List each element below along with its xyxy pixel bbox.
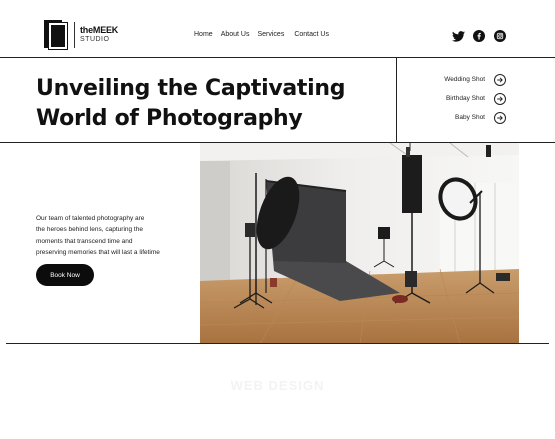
hero-title: Unveiling the Captivating World of Photo… (36, 74, 376, 134)
arrow-right-icon[interactable] (494, 92, 506, 105)
hero-title-line1: Unveiling the Captivating (36, 76, 346, 101)
nav-contact-us[interactable]: Contact Us (294, 31, 329, 38)
intro-line2: the heroes behind lens, capturing the (36, 226, 143, 234)
nav-services[interactable]: Services (257, 31, 284, 38)
site-header: theMEEK STUDIO Home About Us Services Co… (0, 0, 555, 58)
section-divider (6, 343, 549, 344)
services-list: Wedding Shot Birthday Shot Baby Shot (444, 70, 506, 127)
main-nav: Home About Us Services Contact Us (194, 31, 329, 38)
logo-the: the (80, 25, 93, 35)
logo-meek: MEEK (92, 25, 119, 35)
logo-studio: STUDIO (80, 36, 110, 43)
service-label: Baby Shot (455, 114, 485, 121)
intro-line1: Our team of talented photography are (36, 215, 145, 222)
arrow-right-icon[interactable] (494, 111, 506, 124)
hero-band: Unveiling the Captivating World of Photo… (0, 58, 555, 143)
studio-photo-illustration (200, 143, 519, 344)
facebook-icon[interactable] (472, 29, 486, 43)
logo-mark-icon (44, 20, 68, 50)
hero-divider (396, 58, 397, 143)
studio-photo (200, 143, 519, 344)
intro-line4: preserving memories that will last a lif… (36, 248, 160, 256)
arrow-right-icon[interactable] (494, 73, 506, 86)
nav-home[interactable]: Home (194, 31, 213, 38)
logo-divider (74, 22, 75, 48)
watermark: WEB DESIGN (230, 378, 325, 393)
service-birthday-shot[interactable]: Birthday Shot (444, 89, 506, 108)
service-baby-shot[interactable]: Baby Shot (444, 108, 506, 127)
nav-about-us[interactable]: About Us (221, 31, 250, 38)
intro-line3: moments that transcend time and (36, 237, 133, 245)
book-now-button[interactable]: Book Now (36, 264, 94, 286)
intro-text: Our team of talented photography are the… (36, 213, 196, 258)
twitter-icon[interactable] (451, 29, 465, 43)
service-label: Birthday Shot (445, 95, 485, 102)
logo-wordmark: theMEEK STUDIO (80, 25, 118, 45)
service-wedding-shot[interactable]: Wedding Shot (444, 70, 506, 89)
hero-title-line2: World of Photography (36, 106, 303, 131)
instagram-icon[interactable] (493, 29, 507, 43)
service-label: Wedding Shot (444, 76, 485, 83)
brand-logo[interactable]: theMEEK STUDIO (44, 20, 118, 50)
